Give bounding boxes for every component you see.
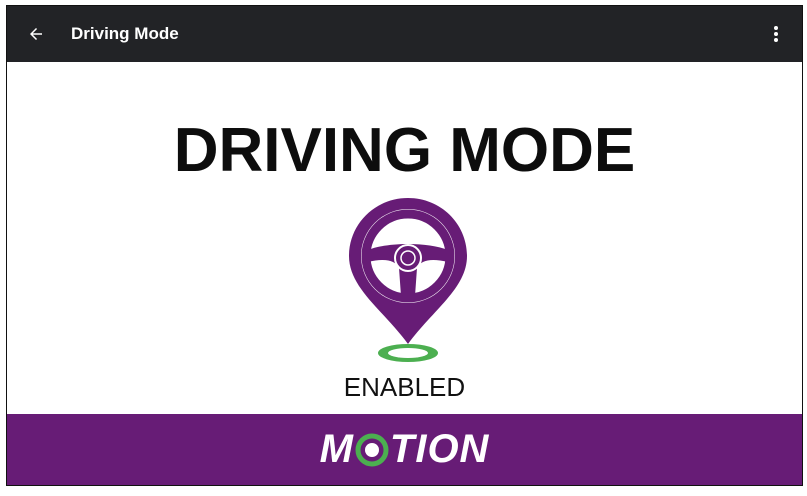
target-ring-icon — [355, 433, 389, 466]
brand-text-end: TION — [389, 427, 490, 471]
driving-mode-content: DRIVING MODE ENABLED — [7, 62, 802, 414]
back-button[interactable] — [7, 6, 65, 62]
arrow-back-icon — [30, 28, 42, 40]
steering-wheel-pin-icon — [349, 198, 467, 362]
driving-mode-headline: DRIVING MODE — [173, 116, 636, 185]
app-bar-title: Driving Mode — [71, 24, 179, 43]
overflow-menu-button[interactable] — [758, 16, 794, 52]
brand-text-start: M — [319, 427, 354, 471]
app-bar: Driving Mode — [7, 6, 802, 62]
app-window: Driving Mode DRIVING MODE ENABLED M TION — [6, 5, 803, 486]
brand-banner: M TION — [7, 414, 802, 485]
motion-logo: M TION — [320, 427, 490, 472]
more-vert-icon — [774, 26, 778, 42]
driving-mode-status: ENABLED — [343, 372, 466, 402]
